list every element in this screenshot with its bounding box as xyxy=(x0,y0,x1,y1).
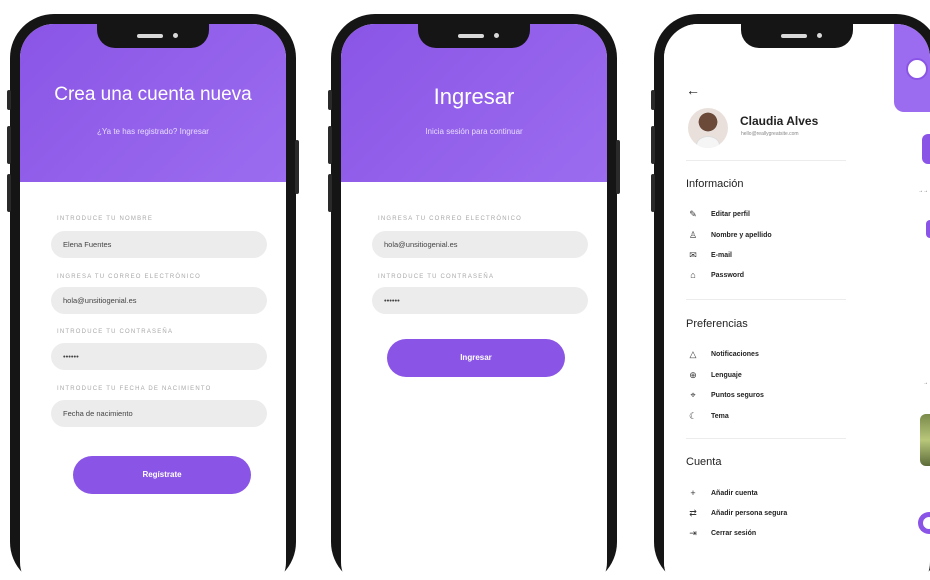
phone-side-button xyxy=(651,90,655,110)
menu-item-label: Lenguaje xyxy=(711,371,742,379)
phone-side-button xyxy=(7,174,11,212)
phone-side-button xyxy=(616,140,620,194)
bell-icon: △ xyxy=(689,348,697,359)
menu-item-label: Tema xyxy=(711,412,729,420)
avatar xyxy=(688,108,728,148)
menu-screen: →→ → ← Claudia Alves hello@reallygreatsi… xyxy=(664,24,930,580)
notch xyxy=(418,24,530,48)
phone-side-button xyxy=(295,140,299,194)
menu-item-password[interactable]: ⌂ Password xyxy=(686,268,744,282)
menu-item-tema[interactable]: ☾ Tema xyxy=(686,409,729,423)
divider xyxy=(686,438,846,439)
menu-item-label: Añadir persona segura xyxy=(711,509,788,517)
login-email-label: INGRESA TU CORREO ELECTRÓNICO xyxy=(378,216,523,222)
register-login-link[interactable]: ¿Ya te has registrado? Ingresar xyxy=(20,127,286,136)
profile-name: Claudia Alves xyxy=(740,114,819,128)
notch xyxy=(97,24,209,48)
phone-side-button xyxy=(7,90,11,110)
menu-item-lenguaje[interactable]: ⊕ Lenguaje xyxy=(686,368,742,382)
edit-icon: ✎ xyxy=(689,208,697,219)
login-email-field[interactable]: hola@unsitiogenial.es xyxy=(372,231,588,258)
password-label: INTRODUCE TU CONTRASEÑA xyxy=(57,329,174,335)
menu-item-label: Nombre y apellido xyxy=(711,231,772,239)
background-ring-icon xyxy=(918,512,930,534)
menu-item-email[interactable]: ✉ E-mail xyxy=(686,248,732,262)
background-button xyxy=(922,134,930,164)
login-title: Ingresar xyxy=(433,84,515,109)
background-arrow-icon: →→ xyxy=(918,188,928,194)
phone-menu: →→ → ← Claudia Alves hello@reallygreatsi… xyxy=(651,14,930,580)
email-label: INGRESA TU CORREO ELECTRÓNICO xyxy=(57,274,202,280)
profile-email: hello@reallygreatsite.com xyxy=(741,131,799,137)
menu-drawer: ← Claudia Alves hello@reallygreatsite.co… xyxy=(664,24,874,580)
swap-icon: ⇄ xyxy=(689,507,697,518)
background-arrow-icon: → xyxy=(923,380,928,386)
phone-side-button xyxy=(328,90,332,110)
phone-login: Ingresar Inicia sesión para continuar IN… xyxy=(328,14,620,580)
menu-item-label: Notificaciones xyxy=(711,350,759,358)
birthdate-field[interactable]: Fecha de nacimiento xyxy=(51,400,267,427)
menu-item-label: E-mail xyxy=(711,251,733,259)
birthdate-label: INTRODUCE TU FECHA DE NACIMIENTO xyxy=(57,386,212,392)
menu-item-editar-perfil[interactable]: ✎ Editar perfil xyxy=(686,207,750,221)
email-field[interactable]: hola@unsitiogenial.es xyxy=(51,287,267,314)
login-password-field[interactable]: •••••• xyxy=(372,287,588,314)
register-button[interactable]: Regístrate xyxy=(73,456,251,494)
menu-item-anadir-cuenta[interactable]: + Añadir cuenta xyxy=(686,486,758,500)
phone-register: Crea una cuenta nueva ¿Ya te has registr… xyxy=(7,14,299,580)
phone-side-button xyxy=(328,174,332,212)
divider xyxy=(686,160,846,161)
menu-item-label: Cerrar sesión xyxy=(711,529,757,537)
login-password-label: INTRODUCE TU CONTRASEÑA xyxy=(378,274,495,280)
section-title-cuenta: Cuenta xyxy=(686,456,722,468)
login-subtitle: Inicia sesión para continuar xyxy=(425,127,523,136)
arrow-left-icon[interactable]: ← xyxy=(686,82,700,98)
menu-item-label: Password xyxy=(711,271,745,279)
pin-icon: ⌖ xyxy=(690,389,696,400)
menu-item-nombre[interactable]: ♙ Nombre y apellido xyxy=(686,228,772,242)
user-icon: ♙ xyxy=(688,229,698,240)
lock-icon: ⌂ xyxy=(690,270,696,280)
register-screen: Crea una cuenta nueva ¿Ya te has registr… xyxy=(20,24,286,580)
moon-icon: ☾ xyxy=(688,410,698,421)
menu-item-anadir-persona[interactable]: ⇄ Añadir persona segura xyxy=(686,506,787,520)
password-field[interactable]: •••••• xyxy=(51,343,267,370)
globe-icon: ⊕ xyxy=(689,369,697,380)
section-title-preferencias: Preferencias xyxy=(686,318,748,330)
phone-side-button xyxy=(328,126,332,164)
plus-icon: + xyxy=(690,488,696,498)
section-title-informacion: Información xyxy=(686,178,744,190)
login-screen: Ingresar Inicia sesión para continuar IN… xyxy=(341,24,607,580)
phone-side-button xyxy=(7,126,11,164)
menu-item-label: Editar perfil xyxy=(711,210,750,218)
register-title: Crea una cuenta nueva xyxy=(54,84,252,105)
menu-item-notificaciones[interactable]: △ Notificaciones xyxy=(686,347,759,361)
notch xyxy=(741,24,853,48)
divider xyxy=(686,299,846,300)
background-image xyxy=(920,414,930,466)
menu-item-puntos-seguros[interactable]: ⌖ Puntos seguros xyxy=(686,388,764,402)
phone-side-button xyxy=(651,174,655,212)
logout-icon: ⇥ xyxy=(689,527,697,538)
menu-item-label: Añadir cuenta xyxy=(711,489,758,497)
mail-icon: ✉ xyxy=(689,249,697,260)
phone-side-button xyxy=(651,126,655,164)
login-button[interactable]: Ingresar xyxy=(387,339,565,377)
menu-item-label: Puntos seguros xyxy=(711,391,764,399)
name-label: INTRODUCE TU NOMBRE xyxy=(57,216,154,222)
background-pill xyxy=(926,220,930,238)
name-field[interactable]: Elena Fuentes xyxy=(51,231,267,258)
menu-item-cerrar-sesion[interactable]: ⇥ Cerrar sesión xyxy=(686,526,756,540)
background-avatar xyxy=(906,58,928,80)
